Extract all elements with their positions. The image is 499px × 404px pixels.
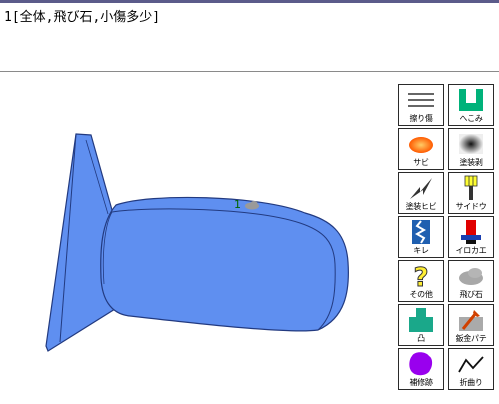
svg-text:?: ? [413, 263, 428, 290]
paint-peel-label: 塗装剥 [459, 158, 483, 167]
paint-crack-button[interactable]: 塗装ヒビ [398, 172, 444, 214]
bump-label: 凸 [417, 334, 425, 343]
putty-icon [459, 310, 483, 331]
damage-marker[interactable]: 1 [234, 198, 260, 211]
dent-label: へこみ [459, 114, 483, 123]
rust-button[interactable]: サビ [398, 128, 444, 170]
damage-type-palette: 擦り傷 へこみ サビ 塗装剥 塗装ヒビ サイドウ キレ イロカエ ? その他 飛… [398, 84, 499, 404]
dent-button[interactable]: へこみ [448, 84, 494, 126]
cut-label: キレ [413, 246, 429, 255]
damage-note-text: 1[全体,飛び石,小傷多少] [4, 10, 161, 25]
damage-marker-number: 1 [234, 198, 241, 211]
side-wall-label: サイドウ [455, 202, 487, 211]
rust-icon [409, 137, 433, 153]
side-wall-icon [464, 175, 478, 200]
color-change-label: イロカエ [455, 246, 487, 255]
paint-peel-button[interactable]: 塗装剥 [448, 128, 494, 170]
repair-mark-label: 補修跡 [409, 378, 433, 387]
stone-icon [245, 200, 259, 209]
dent-icon [459, 89, 483, 111]
color-change-icon [461, 220, 481, 244]
side-mirror-diagram [45, 133, 349, 352]
stone-chip-button[interactable]: 飛び石 [448, 260, 494, 302]
scratch-label: 擦り傷 [409, 114, 433, 123]
color-change-button[interactable]: イロカエ [448, 216, 494, 258]
side-wall-button[interactable]: サイドウ [448, 172, 494, 214]
cut-icon [412, 220, 430, 244]
bump-icon [409, 308, 433, 332]
other-label: その他 [409, 290, 433, 299]
drawing-canvas[interactable]: 1 [0, 72, 397, 404]
cut-button[interactable]: キレ [398, 216, 444, 258]
rust-label: サビ [413, 158, 429, 167]
stone-chip-label: 飛び石 [459, 290, 483, 299]
bend-button[interactable]: 折曲り [448, 348, 494, 390]
mirror-housing [100, 196, 349, 332]
putty-label: 鈑金パテ [455, 334, 487, 343]
stone-icon [459, 268, 483, 285]
bump-button[interactable]: 凸 [398, 304, 444, 346]
paint-crack-icon [410, 178, 432, 199]
repair-mark-button[interactable]: 補修跡 [398, 348, 444, 390]
damage-note-area[interactable]: 1[全体,飛び石,小傷多少] [0, 3, 499, 71]
repair-mark-icon [409, 352, 433, 376]
other-button[interactable]: ? その他 [398, 260, 444, 302]
paint-peel-icon [459, 134, 483, 154]
putty-button[interactable]: 鈑金パテ [448, 304, 494, 346]
scratch-button[interactable]: 擦り傷 [398, 84, 444, 126]
bend-icon [458, 356, 484, 373]
bend-label: 折曲り [459, 378, 483, 387]
question-icon: ? [413, 263, 429, 291]
paint-crack-label: 塗装ヒビ [405, 202, 437, 211]
scratch-lines-icon [408, 93, 434, 107]
